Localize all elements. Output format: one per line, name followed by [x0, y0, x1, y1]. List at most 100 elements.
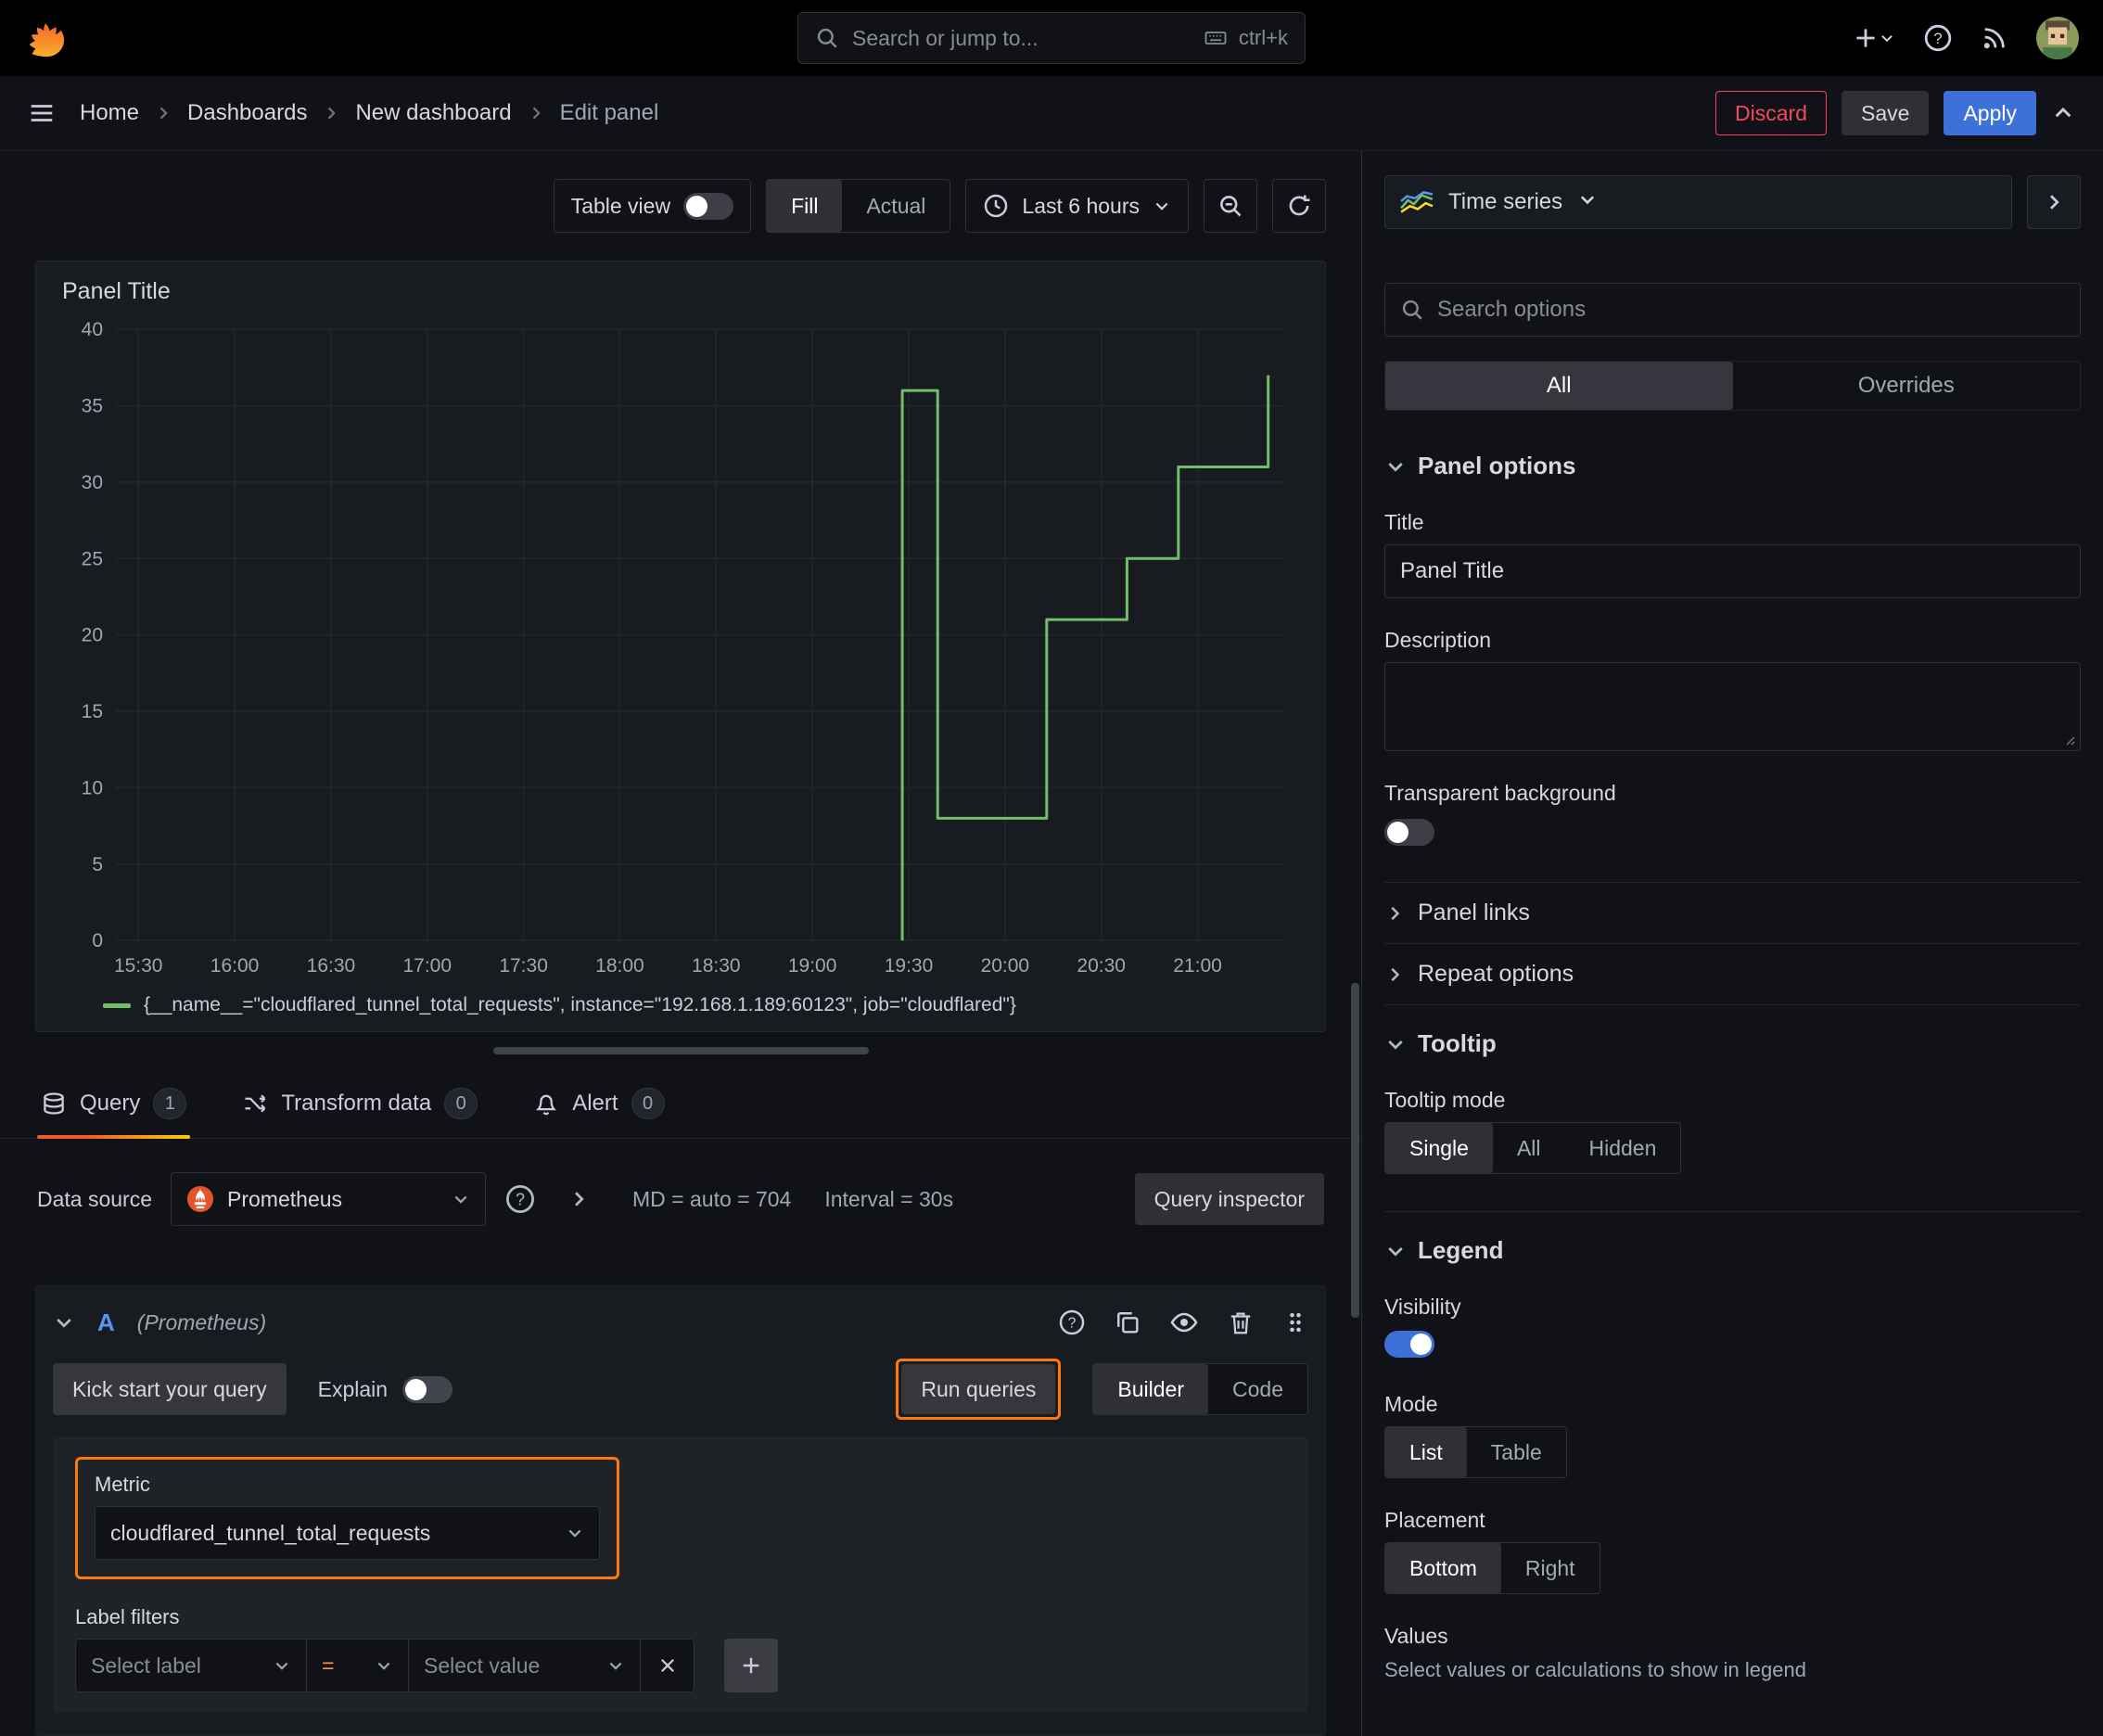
chart-area: 0 5 10 15 20 25 30 35 40 15:30 16:00 16:30 17:00 17:3… — [55, 316, 1306, 985]
legend-section-header[interactable]: Legend — [1384, 1236, 2081, 1265]
hide-query-icon[interactable] — [1169, 1308, 1199, 1337]
table-view-toggle[interactable] — [683, 192, 734, 220]
datasource-help-icon[interactable]: ? — [504, 1183, 536, 1215]
options-search-input[interactable] — [1437, 297, 2065, 323]
tooltip-hidden-option[interactable]: Hidden — [1565, 1123, 1681, 1173]
help-icon[interactable]: ? — [1923, 23, 1953, 53]
transparent-background-toggle[interactable] — [1384, 819, 1434, 846]
breadcrumb-dashboards[interactable]: Dashboards — [187, 100, 307, 126]
svg-text:?: ? — [1933, 30, 1942, 47]
save-button[interactable]: Save — [1842, 91, 1930, 135]
chevron-down-icon[interactable] — [53, 1311, 75, 1334]
user-avatar[interactable] — [2036, 17, 2079, 59]
panel-edit-main: Table view Fill Actual Last 6 hours Pane… — [0, 151, 1361, 1736]
placement-right-option[interactable]: Right — [1501, 1543, 1600, 1593]
explain-toggle[interactable] — [402, 1375, 453, 1403]
legend-series-swatch — [103, 1002, 131, 1008]
svg-text:?: ? — [516, 1190, 525, 1208]
resize-handle-icon[interactable] — [2061, 732, 2076, 747]
transform-count-badge: 0 — [444, 1088, 478, 1119]
repeat-options-row[interactable]: Repeat options — [1384, 943, 2081, 1004]
remove-filter-button[interactable] — [641, 1639, 695, 1692]
table-view-control[interactable]: Table view — [553, 179, 752, 233]
chevron-right-icon[interactable] — [567, 1188, 590, 1210]
tooltip-all-option[interactable]: All — [1493, 1123, 1565, 1173]
tooltip-single-option[interactable]: Single — [1385, 1123, 1493, 1173]
builder-option[interactable]: Builder — [1093, 1364, 1209, 1414]
svg-text:10: 10 — [82, 777, 103, 798]
metric-select[interactable]: cloudflared_tunnel_total_requests — [95, 1506, 600, 1560]
chevron-right-icon — [1384, 903, 1405, 924]
search-icon — [815, 26, 839, 50]
operator-dropdown[interactable]: = — [307, 1639, 409, 1692]
chevron-down-icon — [273, 1656, 291, 1675]
tab-overrides[interactable]: Overrides — [1733, 362, 2081, 410]
collapse-options-button[interactable] — [2027, 175, 2081, 229]
panel-links-row[interactable]: Panel links — [1384, 882, 2081, 943]
svg-text:15: 15 — [82, 701, 103, 722]
grafana-logo-icon[interactable] — [24, 17, 67, 59]
description-textarea[interactable] — [1384, 662, 2081, 751]
label-filters-row: Select label = Select value — [75, 1639, 1286, 1692]
placement-bottom-option[interactable]: Bottom — [1385, 1543, 1501, 1593]
global-search[interactable]: Search or jump to... ctrl+k — [797, 12, 1306, 64]
select-label-dropdown[interactable]: Select label — [75, 1639, 307, 1692]
chevron-down-icon — [1384, 455, 1407, 478]
visualization-value: Time series — [1448, 189, 1563, 214]
time-range-picker[interactable]: Last 6 hours — [965, 179, 1189, 233]
query-help-icon[interactable]: ? — [1058, 1308, 1086, 1336]
broadcast-icon[interactable] — [1981, 24, 2008, 52]
svg-text:35: 35 — [82, 396, 103, 417]
legend-mode-label: Mode — [1384, 1392, 1438, 1416]
chevron-up-icon[interactable] — [2051, 101, 2075, 125]
legend-visibility-toggle[interactable] — [1384, 1331, 1434, 1358]
panel-options-header[interactable]: Panel options — [1384, 452, 2081, 480]
bell-icon — [533, 1091, 559, 1117]
panel-title-input[interactable] — [1384, 544, 2081, 598]
query-inspector-button[interactable]: Query inspector — [1134, 1173, 1324, 1225]
tab-alert[interactable]: Alert 0 — [529, 1075, 668, 1138]
add-filter-button[interactable] — [724, 1639, 778, 1692]
run-queries-highlight: Run queries — [896, 1359, 1062, 1420]
select-value-dropdown[interactable]: Select value — [409, 1639, 641, 1692]
tab-query[interactable]: Query 1 — [37, 1075, 191, 1139]
duplicate-query-icon[interactable] — [1114, 1308, 1141, 1336]
actual-option[interactable]: Actual — [842, 180, 950, 232]
breadcrumb-new-dashboard[interactable]: New dashboard — [355, 100, 511, 126]
svg-text:21:00: 21:00 — [1173, 955, 1222, 976]
options-search[interactable] — [1384, 283, 2081, 337]
chevron-down-icon — [452, 1190, 470, 1208]
legend-placement-label: Placement — [1384, 1508, 1485, 1532]
discard-button[interactable]: Discard — [1715, 91, 1828, 135]
kick-start-query-button[interactable]: Kick start your query — [53, 1363, 287, 1415]
datasource-label: Data source — [37, 1186, 153, 1211]
drag-handle-icon[interactable] — [1282, 1309, 1308, 1335]
chevron-right-icon — [527, 104, 545, 122]
run-queries-button[interactable]: Run queries — [901, 1364, 1056, 1414]
svg-text:?: ? — [1068, 1316, 1077, 1332]
refresh-button[interactable] — [1272, 179, 1326, 233]
chevron-down-icon — [566, 1524, 584, 1542]
chevron-down-icon — [1153, 197, 1171, 215]
horizontal-scrollbar[interactable] — [492, 1047, 869, 1054]
legend-series-label[interactable]: {__name__="cloudflared_tunnel_total_requ… — [144, 994, 1016, 1016]
metric-value: cloudflared_tunnel_total_requests — [110, 1520, 431, 1545]
tooltip-section-header[interactable]: Tooltip — [1384, 1029, 2081, 1058]
select-label-placeholder: Select label — [91, 1653, 201, 1678]
apply-button[interactable]: Apply — [1944, 91, 2036, 135]
delete-query-icon[interactable] — [1227, 1308, 1255, 1336]
add-menu-button[interactable] — [1853, 25, 1895, 51]
fill-option[interactable]: Fill — [767, 180, 843, 232]
visualization-picker[interactable]: Time series — [1384, 175, 2012, 229]
tab-all[interactable]: All — [1385, 362, 1733, 410]
tab-transform-data[interactable]: Transform data 0 — [238, 1075, 481, 1138]
code-option[interactable]: Code — [1208, 1364, 1307, 1414]
breadcrumb-home[interactable]: Home — [80, 100, 139, 126]
legend-table-option[interactable]: Table — [1467, 1427, 1566, 1477]
legend-placement-segment: Bottom Right — [1384, 1542, 1600, 1594]
datasource-picker[interactable]: Prometheus — [171, 1172, 487, 1226]
hamburger-menu-icon[interactable] — [28, 99, 56, 127]
zoom-out-button[interactable] — [1204, 179, 1257, 233]
legend-list-option[interactable]: List — [1385, 1427, 1467, 1477]
vertical-scrollbar[interactable] — [1351, 983, 1359, 1318]
